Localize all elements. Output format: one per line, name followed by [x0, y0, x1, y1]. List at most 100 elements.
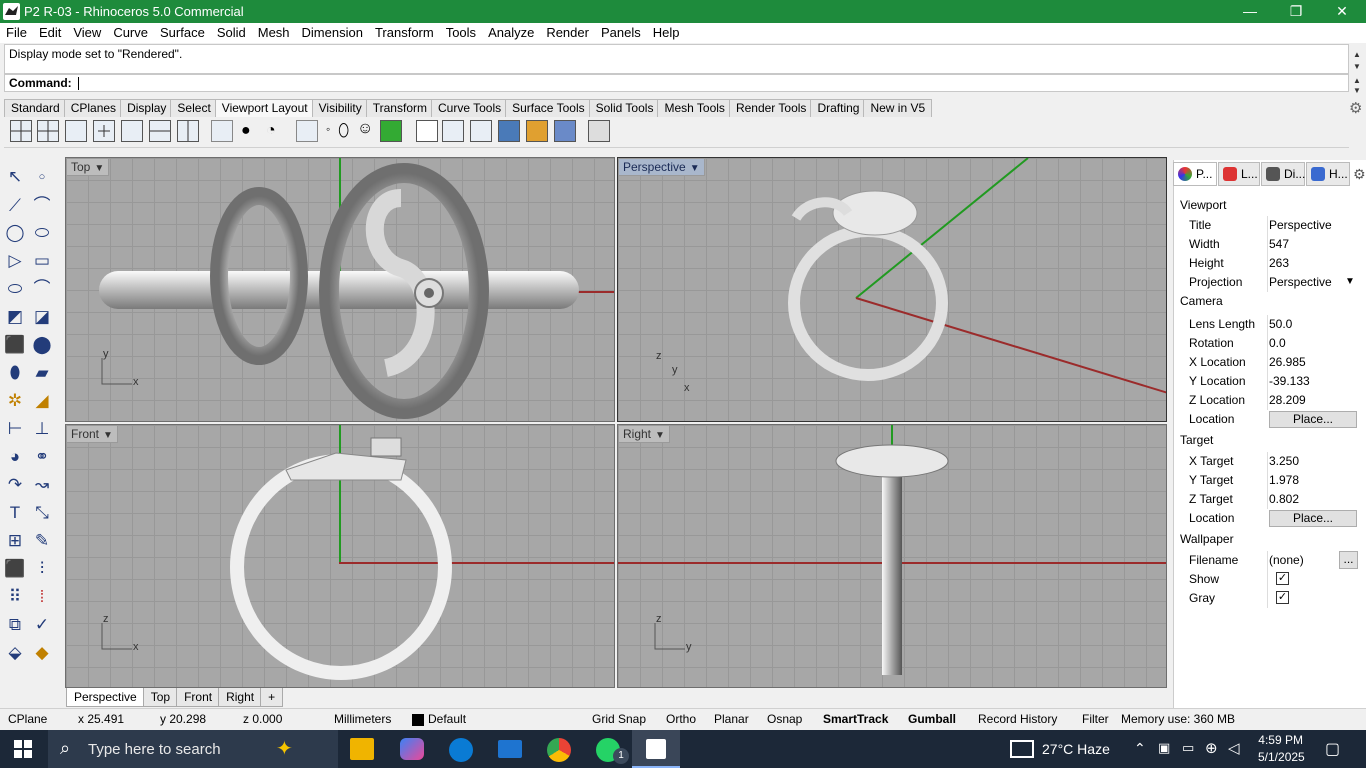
- arc-tool-icon[interactable]: ⌒: [31, 278, 53, 300]
- menu-render[interactable]: Render: [540, 23, 595, 43]
- viewport-right[interactable]: z y Right ▼: [617, 424, 1167, 688]
- status-cplane[interactable]: CPlane: [8, 712, 47, 726]
- record-history-toggle[interactable]: Record History: [978, 712, 1057, 726]
- tab-transform[interactable]: Transform: [365, 99, 434, 117]
- vptab-top[interactable]: Top: [142, 688, 179, 707]
- row-x-target-value[interactable]: 3.250: [1269, 454, 1299, 468]
- circle-tool-icon[interactable]: ◯: [4, 222, 26, 244]
- widgets-icon[interactable]: [1010, 740, 1034, 758]
- render-gears-icon[interactable]: ✲: [4, 390, 26, 412]
- gear-icon[interactable]: ⚙: [1349, 99, 1362, 117]
- array-grid-icon[interactable]: ⠿: [4, 586, 26, 608]
- menu-help[interactable]: Help: [647, 23, 686, 43]
- mail-icon[interactable]: [498, 740, 522, 758]
- menu-surface[interactable]: Surface: [154, 23, 211, 43]
- tab-mesh-tools[interactable]: Mesh Tools: [657, 99, 732, 117]
- tab-curve-tools[interactable]: Curve Tools: [430, 99, 509, 117]
- chrome-icon[interactable]: [547, 738, 571, 762]
- light-icon[interactable]: ◢: [31, 390, 53, 412]
- tab-render-tools[interactable]: Render Tools: [728, 99, 814, 117]
- menu-view[interactable]: View: [67, 23, 107, 43]
- menu-panels[interactable]: Panels: [595, 23, 647, 43]
- menu-transform[interactable]: Transform: [369, 23, 440, 43]
- gumball-toggle[interactable]: Gumball: [908, 712, 956, 726]
- split-vertical-icon[interactable]: [177, 120, 199, 142]
- viewport-front[interactable]: z x Front ▼: [65, 424, 615, 688]
- named-views-icon[interactable]: [554, 120, 576, 142]
- tab-cplanes[interactable]: CPlanes: [63, 99, 124, 117]
- viewport-top[interactable]: y x Top ▼: [65, 157, 615, 422]
- boolean-icon[interactable]: ⬤: [31, 334, 53, 356]
- cylinder-solid-icon[interactable]: ⬮: [4, 362, 26, 384]
- clock-time[interactable]: 4:59 PM: [1258, 733, 1303, 747]
- tab-properties[interactable]: P...: [1173, 162, 1217, 186]
- chevron-down-icon[interactable]: ▼: [103, 428, 113, 444]
- history-scroll-down-icon[interactable]: ▼: [1350, 62, 1364, 72]
- menu-dimension[interactable]: Dimension: [296, 23, 369, 43]
- select-arrow-icon[interactable]: ↖: [4, 166, 26, 188]
- restore-button[interactable]: ❐: [1273, 0, 1319, 23]
- target-place-button[interactable]: Place...: [1269, 510, 1357, 527]
- tab-layers[interactable]: L...: [1218, 162, 1260, 186]
- row-y-location-value[interactable]: -39.133: [1269, 374, 1310, 388]
- row-rotation-value[interactable]: 0.0: [1269, 336, 1286, 350]
- print-icon[interactable]: [588, 120, 610, 142]
- circle-icon[interactable]: ◔: [266, 122, 286, 142]
- menu-tools[interactable]: Tools: [440, 23, 482, 43]
- grid-plane-icon[interactable]: [296, 120, 318, 142]
- vptab-perspective[interactable]: Perspective: [66, 688, 145, 707]
- battery-icon[interactable]: ▭: [1182, 740, 1194, 756]
- row-z-target-value[interactable]: 0.802: [1269, 492, 1299, 506]
- row-y-target-value[interactable]: 1.978: [1269, 473, 1299, 487]
- tab-display[interactable]: Di...: [1261, 162, 1305, 186]
- tab-help[interactable]: H...: [1306, 162, 1350, 186]
- chevron-down-icon[interactable]: ▼: [690, 161, 700, 177]
- boolean-split-icon[interactable]: ⚭: [31, 446, 53, 468]
- vptab-right[interactable]: Right: [218, 688, 263, 707]
- speaker-icon[interactable]: ◁: [1228, 739, 1240, 757]
- browse-button[interactable]: ...: [1339, 551, 1358, 569]
- dimension-icon[interactable]: ⊢: [4, 418, 26, 440]
- close-button[interactable]: ✕: [1319, 0, 1365, 23]
- command-scroll-up-icon[interactable]: ▲: [1350, 76, 1364, 86]
- row-height-value[interactable]: 263: [1269, 256, 1289, 270]
- paint-icon[interactable]: ◆: [31, 642, 53, 664]
- chevron-down-icon[interactable]: ▼: [94, 161, 104, 177]
- floating-viewport-icon[interactable]: [121, 120, 143, 142]
- array-linear-icon[interactable]: ⫶: [31, 558, 53, 580]
- edge-icon[interactable]: [449, 738, 473, 762]
- grid-icon[interactable]: [211, 120, 233, 142]
- copilot-sparkle-icon[interactable]: ✦: [276, 736, 293, 761]
- command-input[interactable]: [78, 77, 678, 91]
- text-tool-icon[interactable]: T: [4, 502, 26, 524]
- rhino-taskbar-button[interactable]: [632, 730, 680, 768]
- ellipse-center-icon[interactable]: ⬭: [4, 278, 26, 300]
- detail-icon[interactable]: [470, 120, 492, 142]
- offset-icon[interactable]: ↝: [31, 474, 53, 496]
- clock-date[interactable]: 5/1/2025: [1258, 750, 1305, 764]
- group-icon[interactable]: ⊞: [4, 530, 26, 552]
- array-polar-icon[interactable]: ⁞: [31, 586, 53, 608]
- chevron-down-icon[interactable]: ▼: [1345, 276, 1355, 287]
- viewport-perspective-label[interactable]: Perspective ▼: [618, 158, 705, 176]
- history-scroll-up-icon[interactable]: ▲: [1350, 50, 1364, 60]
- curve-points-icon[interactable]: ⌒: [31, 195, 53, 217]
- maximize-viewport-icon[interactable]: [65, 120, 87, 142]
- file-explorer-icon[interactable]: [350, 738, 374, 760]
- gray-checkbox[interactable]: ✓: [1276, 591, 1289, 604]
- trim-icon[interactable]: ⊥: [31, 418, 53, 440]
- menu-edit[interactable]: Edit: [33, 23, 67, 43]
- tab-solid-tools[interactable]: Solid Tools: [588, 99, 661, 117]
- landscape-icon[interactable]: [498, 120, 520, 142]
- tab-viewport-layout[interactable]: Viewport Layout: [214, 99, 315, 117]
- layout-grid-icon[interactable]: [442, 120, 464, 142]
- extrude-solid-icon[interactable]: ⬛: [4, 558, 26, 580]
- grid-snap-toggle[interactable]: Grid Snap: [592, 712, 646, 726]
- page-layout-icon[interactable]: [416, 120, 438, 142]
- notifications-icon[interactable]: ▢: [1325, 739, 1340, 759]
- rectangle-tool-icon[interactable]: ▭: [31, 250, 53, 272]
- planar-toggle[interactable]: Planar: [714, 712, 749, 726]
- copilot-icon[interactable]: [400, 738, 424, 760]
- mesh-tool-icon[interactable]: ⬙: [4, 642, 26, 664]
- chevron-up-icon[interactable]: ⌃: [1134, 740, 1146, 757]
